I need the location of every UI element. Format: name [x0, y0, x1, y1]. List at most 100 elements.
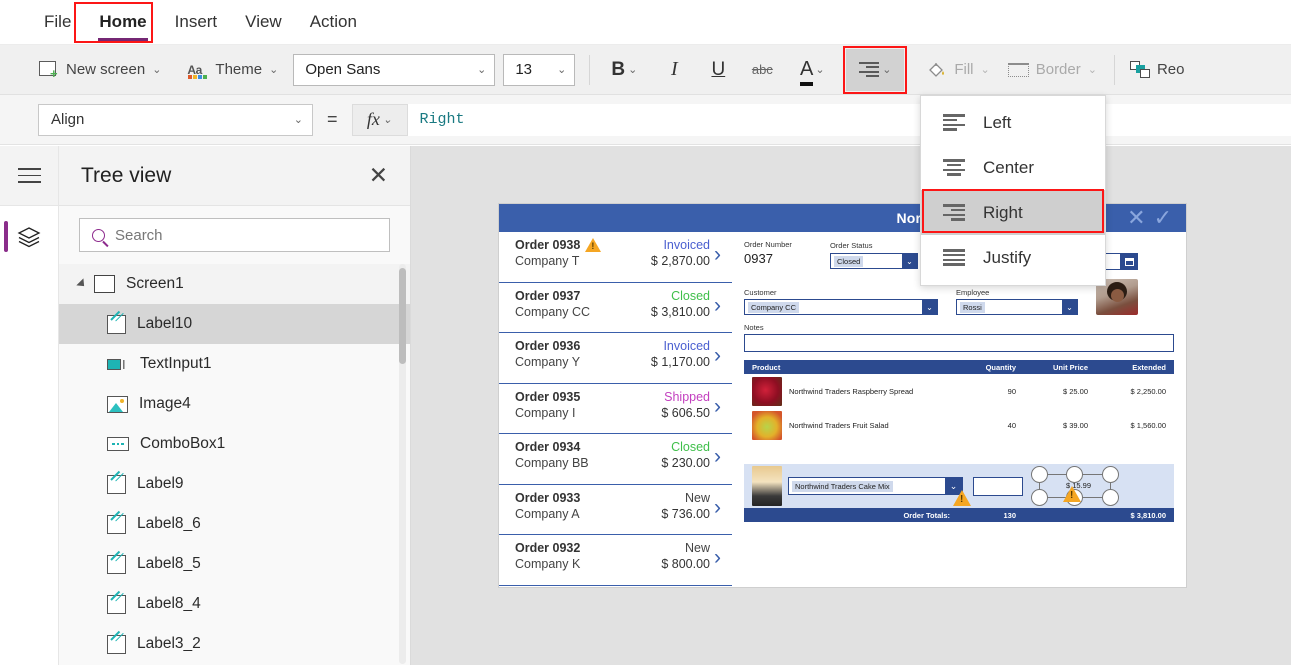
align-center-icon [943, 159, 965, 176]
tree-node-screen1[interactable]: Screen1 [59, 264, 410, 304]
search-icon [92, 228, 105, 242]
cancel-icon[interactable]: ✕ [1127, 207, 1145, 229]
underline-button[interactable]: U [696, 51, 740, 89]
order-status-dropdown[interactable]: Closed ⌄ [829, 253, 918, 269]
resize-handle[interactable] [1102, 466, 1119, 483]
strikethrough-button[interactable]: abc [740, 51, 784, 89]
chevron-right-icon[interactable]: › [714, 396, 721, 417]
border-button[interactable]: Border ⌄ [999, 55, 1106, 84]
gallery-row[interactable]: Order 0935 Shipped Company I $ 606.50 › [499, 383, 732, 434]
fill-button[interactable]: Fill ⌄ [918, 55, 998, 85]
align-menu-item-left[interactable]: Left [921, 100, 1105, 145]
product-row[interactable]: Northwind Traders Raspberry Spread 90 $ … [744, 374, 1174, 408]
tree-node-label8-5[interactable]: Label8_5 [59, 544, 410, 584]
product-row[interactable]: Northwind Traders Fruit Salad 40 $ 39.00… [744, 408, 1174, 442]
font-size-select[interactable]: 13 ⌄ [503, 53, 576, 86]
column-header-unit-price: Unit Price [1052, 362, 1088, 372]
employee-dropdown[interactable]: Rossi ⌄ [956, 299, 1078, 315]
chevron-right-icon[interactable]: › [714, 446, 721, 467]
gallery-row[interactable]: Order 0936 Invoiced Company Y $ 1,170.00… [499, 333, 732, 384]
align-menu-item-label: Center [983, 157, 1035, 177]
hamburger-button[interactable] [0, 146, 58, 206]
theme-icon: Aa [187, 61, 208, 79]
menu-item-file[interactable]: File [30, 6, 85, 38]
border-label: Border [1035, 61, 1081, 78]
tree-view-panel: Tree view ✕ Search Screen1 Label10 I Tex… [59, 146, 411, 665]
rail-item-tree-view[interactable] [0, 206, 58, 268]
chevron-expand-icon[interactable] [76, 278, 88, 290]
active-tab-underline [98, 38, 148, 41]
product-quantity: 40 [1007, 420, 1016, 430]
theme-button[interactable]: Aa Theme ⌄ [178, 55, 287, 85]
ribbon-group-screen: + New screen ⌄ Aa Theme ⌄ [30, 45, 287, 94]
tree-node-textinput1[interactable]: I TextInput1 [59, 344, 410, 384]
font-family-select[interactable]: Open Sans ⌄ [293, 53, 496, 86]
gallery-row[interactable]: Order 0933 New Company A $ 736.00 › [499, 484, 732, 535]
new-product-quantity-input[interactable] [973, 476, 1023, 496]
tree-view-header: Tree view ✕ [59, 146, 410, 206]
gallery-row[interactable]: Order 0934 Closed Company BB $ 230.00 › [499, 434, 732, 485]
tree-scrollbar-thumb[interactable] [399, 268, 406, 364]
menu-item-action[interactable]: Action [296, 6, 371, 38]
confirm-icon[interactable]: ✓ [1154, 207, 1172, 229]
resize-handle[interactable] [1102, 489, 1119, 506]
gallery-order-status: Shipped [664, 389, 710, 404]
property-select[interactable]: Align ⌄ [38, 103, 313, 136]
tree-node-label3-2[interactable]: Label3_2 [59, 624, 410, 664]
chevron-right-icon[interactable]: › [714, 547, 721, 568]
close-icon[interactable]: ✕ [369, 164, 388, 187]
tree-node-combobox1[interactable]: ComboBox1 [59, 424, 410, 464]
label-icon [107, 474, 126, 494]
gallery-order-number: Order 0938 [515, 238, 602, 252]
customer-dropdown[interactable]: Company CC ⌄ [744, 299, 938, 315]
formula-input[interactable]: Right [407, 103, 1291, 136]
gallery-row[interactable]: Order 0937 Closed Company CC $ 3,810.00 … [499, 282, 732, 333]
search-input[interactable]: Search [79, 218, 390, 252]
image-icon [107, 395, 128, 413]
label-icon [107, 554, 126, 574]
align-dropdown-menu: Left Center Right Justify [920, 95, 1106, 286]
fx-button[interactable]: fx ⌄ [351, 103, 408, 136]
chevron-right-icon[interactable]: › [714, 295, 721, 316]
tree-node-label10[interactable]: Label10 [59, 304, 410, 344]
new-product-dropdown[interactable]: Northwind Traders Cake Mix ⌄ [788, 477, 971, 506]
tree-view-title: Tree view [81, 163, 172, 187]
gallery-company: Company Y [515, 355, 581, 369]
menu-item-home[interactable]: Home [85, 6, 160, 41]
notes-input[interactable] [744, 334, 1174, 352]
resize-handle[interactable] [1031, 466, 1048, 483]
font-color-button[interactable]: A ⌄ [784, 51, 840, 89]
calendar-icon[interactable] [1120, 253, 1138, 270]
bold-button[interactable]: B ⌄ [596, 51, 652, 89]
resize-handle[interactable] [1031, 489, 1048, 506]
align-menu-item-justify[interactable]: Justify [921, 235, 1105, 280]
gallery-amount: $ 1,170.00 [650, 355, 710, 369]
chevron-right-icon[interactable]: › [714, 345, 721, 366]
menu-item-view[interactable]: View [231, 6, 296, 38]
tree-node-label8-4[interactable]: Label8_4 [59, 584, 410, 624]
gallery-order-number: Order 0937 [515, 288, 581, 303]
label-icon [107, 514, 126, 534]
product-unit-price: $ 39.00 [1062, 420, 1088, 430]
chevron-right-icon[interactable]: › [714, 497, 721, 518]
tree-node-label9[interactable]: Label9 [59, 464, 410, 504]
menu-item-insert-label: Insert [174, 12, 218, 31]
chevron-right-icon[interactable]: › [714, 244, 721, 265]
gallery-company: Company T [515, 254, 580, 268]
align-menu-item-right[interactable]: Right [921, 190, 1105, 235]
menu-item-insert[interactable]: Insert [161, 6, 232, 38]
chevron-down-icon: ⌄ [1087, 64, 1097, 76]
reorder-button[interactable]: Reo [1121, 55, 1194, 85]
text-align-button[interactable]: ⌄ [846, 48, 905, 91]
new-screen-button[interactable]: + New screen ⌄ [30, 55, 170, 85]
align-menu-item-center[interactable]: Center [921, 145, 1105, 190]
tree-node-image4[interactable]: Image4 [59, 384, 410, 424]
label-icon [107, 314, 126, 334]
gallery-amount: $ 230.00 [661, 456, 710, 470]
order-number-field: Order Number 0937 [744, 240, 792, 266]
tree-node-label8-6[interactable]: Label8_6 [59, 504, 410, 544]
gallery-row[interactable]: Order 0932 New Company K $ 800.00 › [499, 535, 732, 586]
gallery-row[interactable]: Order 0938 Invoiced Company T $ 2,870.00… [499, 232, 732, 283]
order-number-label: Order Number [744, 240, 792, 249]
italic-button[interactable]: I [652, 51, 696, 89]
